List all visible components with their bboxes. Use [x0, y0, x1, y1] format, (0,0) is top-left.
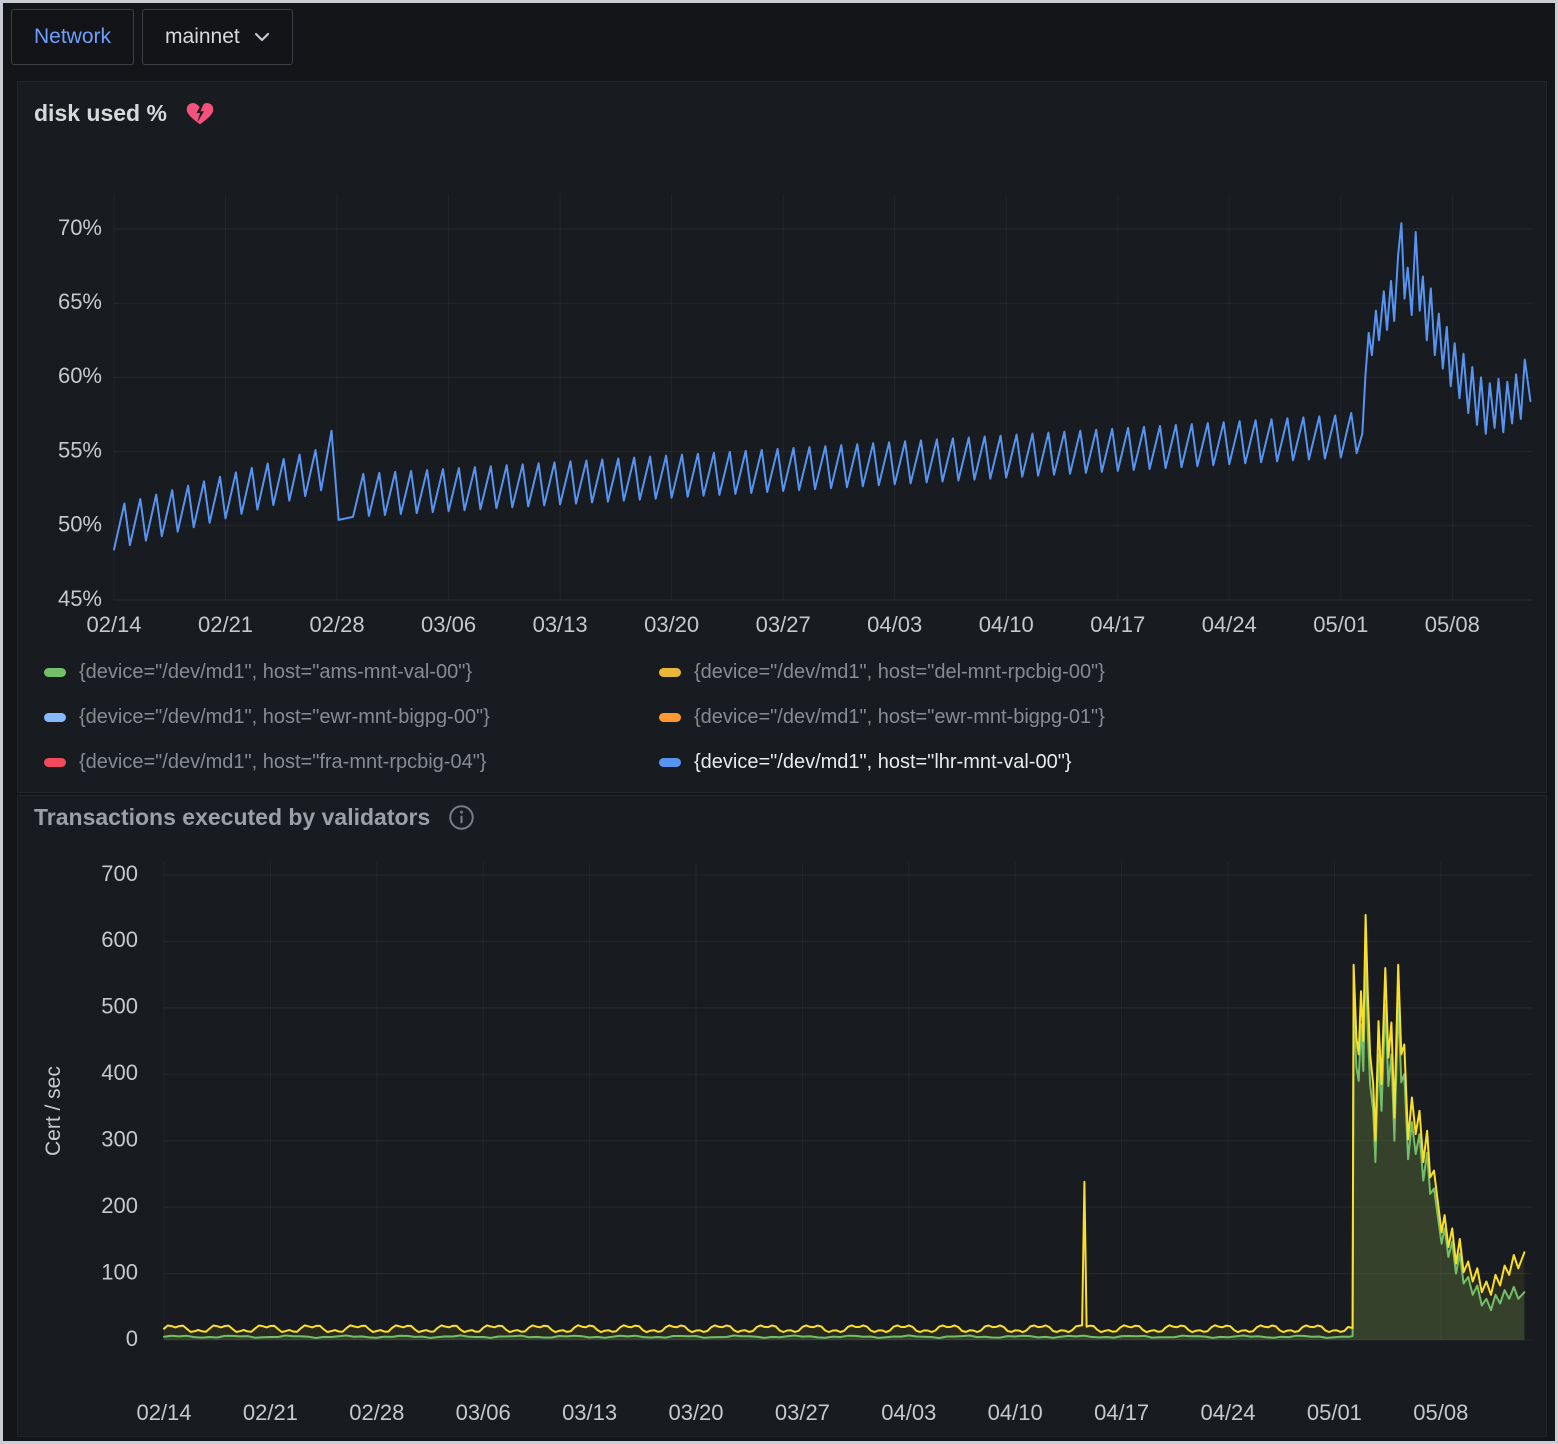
y-tick-label: 500	[101, 994, 138, 1019]
legend-label: {device="/dev/md1", host="ams-mnt-val-00…	[79, 661, 472, 684]
disk-used-chart[interactable]: 45% 50% 55% 60% 65% 70% 02/14 02/21 02/28 03/06 03…	[18, 190, 1548, 656]
x-tick-label: 03/20	[668, 1400, 723, 1425]
x-tick-label: 05/08	[1413, 1400, 1468, 1425]
y-tick-label: 60%	[58, 363, 102, 388]
network-variable-label: Network	[11, 9, 134, 65]
legend-item[interactable]: {device="/dev/md1", host="lhr-mnt-val-00…	[659, 748, 1105, 776]
network-variable-dropdown[interactable]: mainnet	[142, 9, 293, 65]
series-line-series-yellow	[164, 915, 1524, 1332]
y-tick-label: 400	[101, 1060, 138, 1085]
legend-item[interactable]: {device="/dev/md1", host="ams-mnt-val-00…	[44, 658, 649, 686]
series-line-series-green	[164, 958, 1524, 1338]
x-tick-label: 04/17	[1094, 1400, 1149, 1425]
x-tick-label: 02/14	[136, 1400, 191, 1425]
panel-title[interactable]: Transactions executed by validators	[34, 804, 430, 831]
x-tick-label: 02/21	[243, 1400, 298, 1425]
x-tick-label: 04/03	[881, 1400, 936, 1425]
grafana-dashboard: Network mainnet disk used % 45% 50% 55% 60%…	[0, 0, 1558, 1444]
x-tick-label: 03/06	[456, 1400, 511, 1425]
y-tick-label: 65%	[58, 289, 102, 314]
panel-transactions: Transactions executed by validators Cert…	[17, 795, 1547, 1437]
legend-item[interactable]: {device="/dev/md1", host="ewr-mnt-bigpg-…	[659, 703, 1105, 731]
x-tick-label: 05/08	[1425, 612, 1480, 637]
y-tick-label: 700	[101, 861, 138, 886]
x-tick-label: 03/13	[562, 1400, 617, 1425]
y-tick-label: 100	[101, 1259, 138, 1284]
x-tick-label: 04/24	[1202, 612, 1257, 637]
y-tick-label: 200	[101, 1193, 138, 1218]
y-tick-label: 70%	[58, 215, 102, 240]
panel-transactions-header: Transactions executed by validators	[34, 804, 475, 831]
legend-label: {device="/dev/md1", host="del-mnt-rpcbig…	[694, 661, 1105, 684]
variable-bar: Network mainnet	[11, 9, 293, 65]
x-tick-label: 02/28	[349, 1400, 404, 1425]
y-tick-label: 300	[101, 1127, 138, 1152]
x-tick-label: 04/24	[1200, 1400, 1255, 1425]
x-tick-label: 03/06	[421, 612, 476, 637]
series-fill-series-yellow	[164, 915, 1524, 1340]
network-variable-label-text: Network	[34, 25, 111, 49]
series-color-swatch	[659, 713, 681, 722]
x-tick-label: 04/10	[979, 612, 1034, 637]
series-color-swatch	[44, 713, 66, 722]
x-tick-label: 03/13	[533, 612, 588, 637]
legend-label: {device="/dev/md1", host="ewr-mnt-bigpg-…	[694, 706, 1105, 729]
y-tick-label: 50%	[58, 512, 102, 537]
x-tick-label: 03/20	[644, 612, 699, 637]
legend-item[interactable]: {device="/dev/md1", host="ewr-mnt-bigpg-…	[44, 703, 649, 731]
y-tick-label: 55%	[58, 437, 102, 462]
legend-label: {device="/dev/md1", host="ewr-mnt-bigpg-…	[79, 706, 490, 729]
legend-label: {device="/dev/md1", host="fra-mnt-rpcbig…	[79, 751, 487, 774]
series-fill-series-green	[164, 958, 1524, 1340]
x-tick-label: 04/03	[867, 612, 922, 637]
series-color-swatch	[659, 758, 681, 767]
panel-disk-used: disk used % 45% 50% 55% 60% 65% 70% 02/14 02/21…	[17, 81, 1547, 793]
info-icon[interactable]	[448, 804, 475, 831]
series-line-{device="/dev/md1", host="lhr-mnt-val-00"}	[114, 223, 1530, 549]
x-tick-label: 05/01	[1313, 612, 1368, 637]
series-color-swatch	[44, 668, 66, 677]
legend-item[interactable]: {device="/dev/md1", host="del-mnt-rpcbig…	[659, 658, 1105, 686]
transactions-chart[interactable]: 0 100 200 300 400 500 600 700 02/14 02/21 02/28 03/…	[18, 852, 1548, 1438]
chevron-down-icon	[254, 32, 270, 42]
y-tick-label: 600	[101, 927, 138, 952]
broken-heart-icon	[185, 98, 215, 128]
x-tick-label: 03/27	[756, 612, 811, 637]
network-variable-value: mainnet	[165, 25, 240, 49]
x-tick-label: 02/21	[198, 612, 253, 637]
y-tick-label: 45%	[58, 586, 102, 611]
x-tick-label: 02/14	[86, 612, 141, 637]
x-tick-label: 02/28	[310, 612, 365, 637]
series-color-swatch	[659, 668, 681, 677]
legend-item[interactable]: {device="/dev/md1", host="fra-mnt-rpcbig…	[44, 748, 649, 776]
panel-disk-used-header: disk used %	[34, 98, 215, 128]
x-tick-label: 04/10	[988, 1400, 1043, 1425]
x-tick-label: 05/01	[1307, 1400, 1362, 1425]
legend: {device="/dev/md1", host="ams-mnt-val-00…	[44, 658, 1105, 776]
series-color-swatch	[44, 758, 66, 767]
legend-label: {device="/dev/md1", host="lhr-mnt-val-00…	[694, 751, 1071, 774]
x-tick-label: 04/17	[1090, 612, 1145, 637]
x-tick-label: 03/27	[775, 1400, 830, 1425]
panel-title[interactable]: disk used %	[34, 100, 167, 127]
y-tick-label: 0	[126, 1326, 138, 1351]
